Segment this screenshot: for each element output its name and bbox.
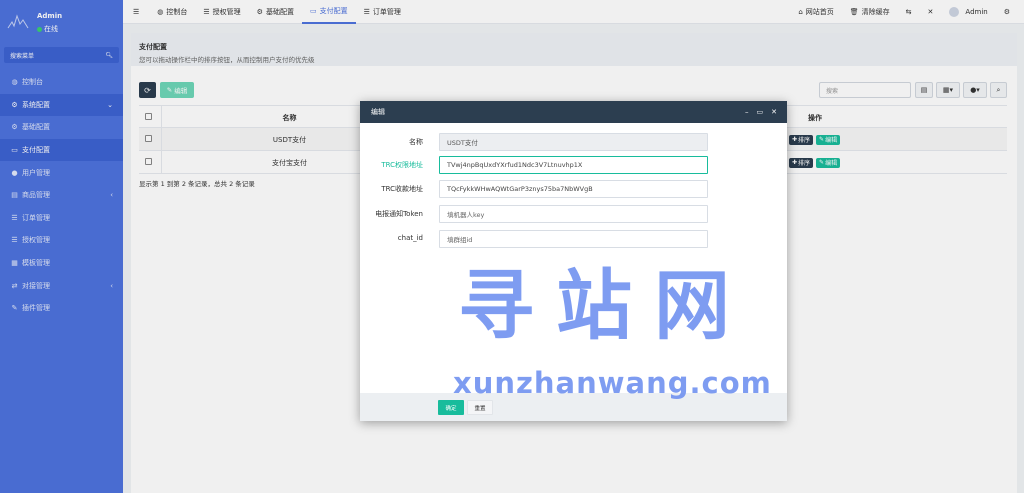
- field-label: TRC收款地址: [381, 185, 423, 193]
- telegram-token-field[interactable]: 填机器人key: [439, 205, 708, 223]
- confirm-button[interactable]: 确定: [438, 400, 464, 415]
- modal-header: 编辑 – ▭ ✕: [360, 101, 787, 123]
- field-row-trc-auth: TRC权限地址 TVwj4npBqUxdYXrfud1Ndc3V7Ltnuvhp…: [360, 156, 787, 174]
- field-row-chat-id: chat_id 填群组id: [360, 230, 787, 248]
- trc-auth-address-field[interactable]: TVwj4npBqUxdYXrfud1Ndc3V7Ltnuvhp1X: [439, 156, 708, 174]
- field-row-telegram-token: 电报通知Token 填机器人key: [360, 205, 787, 223]
- trc-receive-address-field[interactable]: TQcFykkWHwAQWtGarP3znys75ba7NbWVgB: [439, 180, 708, 198]
- modal-controls: – ▭ ✕: [745, 101, 777, 123]
- reset-button[interactable]: 重置: [467, 400, 493, 415]
- field-label: 名称: [409, 138, 423, 146]
- field-row-trc-receive: TRC收款地址 TQcFykkWHwAQWtGarP3znys75ba7NbWV…: [360, 180, 787, 198]
- modal-title: 编辑: [371, 108, 385, 116]
- field-row-name: 名称 USDT支付: [360, 133, 787, 151]
- watermark-cn: 寻站网: [458, 261, 752, 350]
- maximize-icon[interactable]: ▭: [757, 108, 764, 116]
- watermark-en: xunzhanwang.com: [453, 366, 772, 400]
- field-label: 电报通知Token: [375, 210, 423, 218]
- minimize-icon[interactable]: –: [745, 108, 749, 116]
- field-label: TRC权限地址: [381, 161, 423, 169]
- field-label: chat_id: [397, 234, 423, 242]
- name-field: USDT支付: [439, 133, 708, 151]
- chat-id-field[interactable]: 填群组id: [439, 230, 708, 248]
- close-icon[interactable]: ✕: [771, 108, 777, 116]
